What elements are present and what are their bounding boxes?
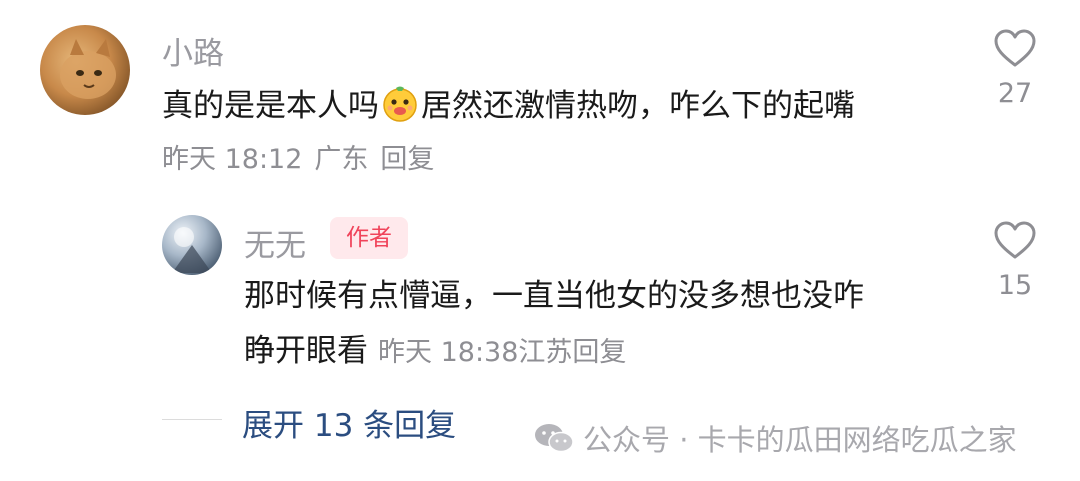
reply-like-button[interactable]: 15 — [985, 220, 1045, 301]
wechat-icon — [535, 424, 574, 453]
face-emoji-icon — [381, 84, 419, 122]
watermark: 公众号 · 卡卡的瓜田网络吃瓜之家 — [533, 417, 1017, 459]
comment-like-count: 27 — [997, 78, 1033, 109]
reply-time: 昨天 18:38 — [378, 337, 519, 368]
reply-avatar-image — [172, 227, 212, 273]
reply-location: 江苏 — [518, 337, 573, 368]
reply-like-count: 15 — [997, 270, 1033, 301]
reply-text-line2: 睁开眼看 昨天 18:38江苏回复 — [244, 331, 626, 373]
comment-location: 广东 — [314, 144, 369, 175]
comment-time: 昨天 18:12 — [162, 144, 303, 175]
comment-like-button[interactable]: 27 — [985, 28, 1045, 109]
heart-icon — [994, 221, 1036, 259]
cat-avatar-image — [60, 39, 116, 99]
comment-thread: 小路 真的是是本人吗 居然还激情热吻，咋么下的起嘴 昨天 18:12 广东 回复 2… — [0, 0, 1080, 481]
watermark-text: 公众号 · 卡卡的瓜田网络吃瓜之家 — [583, 423, 1017, 457]
expand-replies-button[interactable]: 展开 13 条回复 — [242, 400, 456, 445]
reply-username[interactable]: 无无 — [244, 220, 306, 265]
avatar[interactable] — [40, 25, 130, 115]
reply-avatar[interactable] — [162, 215, 222, 275]
expand-divider — [162, 419, 222, 420]
reply-reply-button[interactable]: 回复 — [572, 337, 626, 368]
reply-text-tail: 睁开眼看 — [244, 333, 368, 369]
comment-reply-button[interactable]: 回复 — [380, 144, 434, 175]
comment-username[interactable]: 小路 — [162, 28, 224, 73]
reply-meta: 昨天 18:38江苏回复 — [378, 337, 626, 368]
comment-meta: 昨天 18:12 广东 回复 — [162, 142, 434, 178]
comment-text-part2: 居然还激情热吻，咋么下的起嘴 — [421, 88, 855, 124]
heart-icon — [994, 29, 1036, 67]
author-badge: 作者 — [330, 217, 408, 259]
reply-text-line1: 那时候有点懵逼，一直当他女的没多想也没咋 — [244, 278, 864, 314]
comment-text: 真的是是本人吗 居然还激情热吻，咋么下的起嘴 — [162, 84, 855, 126]
comment-text-part1: 真的是是本人吗 — [162, 88, 379, 124]
